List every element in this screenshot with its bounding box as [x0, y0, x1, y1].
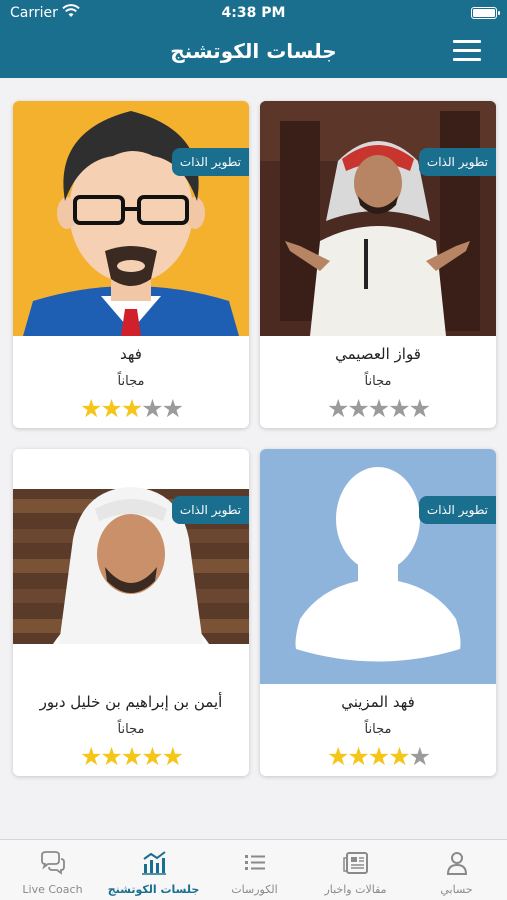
- star-filled-icon: ★: [141, 742, 163, 771]
- coach-card[interactable]: تطوير الذات فهد مجاناً ★★★★★: [13, 101, 249, 428]
- category-badge: تطوير الذات: [171, 148, 249, 176]
- coach-photo: [260, 449, 496, 684]
- star-filled-icon: ★: [388, 742, 410, 771]
- coach-name: قواز العصيمي: [335, 345, 421, 363]
- clock: 4:38 PM: [221, 5, 286, 21]
- chat-bubbles-icon: [41, 851, 65, 875]
- battery-icon: [471, 7, 500, 19]
- rating-stars: ★★★★★: [13, 744, 249, 770]
- rating-stars: ★★★★★: [260, 396, 496, 422]
- tab-coaching-sessions[interactable]: جلسات الكوتشنج: [103, 840, 204, 900]
- coach-card[interactable]: تطوير الذات قواز العصيمي مجاناً ★★★★★: [260, 101, 496, 428]
- rating-stars: ★★★★★: [13, 396, 249, 422]
- status-bar: Carrier 4:38 PM: [0, 0, 507, 28]
- coach-photo: [13, 449, 249, 684]
- star-filled-icon: ★: [120, 394, 143, 423]
- star-empty-icon: ★: [141, 394, 163, 423]
- tab-courses[interactable]: الكورسات: [204, 840, 305, 900]
- star-empty-icon: ★: [408, 742, 431, 771]
- tab-articles-news[interactable]: مقالات واخبار: [305, 840, 406, 900]
- category-badge: تطوير الذات: [418, 148, 496, 176]
- star-filled-icon: ★: [161, 742, 184, 771]
- star-empty-icon: ★: [326, 394, 349, 423]
- coach-card[interactable]: تطوير الذات فهد المزيني مجاناً ★★★★★: [260, 449, 496, 776]
- coach-name: فهد المزيني: [341, 693, 415, 711]
- tab-label: Live Coach: [22, 883, 83, 896]
- coach-photo: [13, 101, 249, 336]
- star-filled-icon: ★: [326, 742, 349, 771]
- star-filled-icon: ★: [367, 742, 390, 771]
- coach-price: مجاناً: [117, 722, 145, 737]
- tab-live-coach[interactable]: Live Coach: [2, 840, 103, 900]
- chart-icon: [142, 851, 166, 875]
- coach-name: فهد: [120, 345, 142, 363]
- coach-name: أيمن بن إبراهيم بن خليل دبور: [39, 693, 223, 711]
- star-empty-icon: ★: [388, 394, 410, 423]
- coach-photo: [260, 101, 496, 336]
- tab-label: الكورسات: [231, 883, 278, 896]
- coach-price: مجاناً: [364, 374, 392, 389]
- category-badge: تطوير الذات: [171, 496, 249, 524]
- tab-account[interactable]: حسابي: [406, 840, 507, 900]
- star-empty-icon: ★: [161, 394, 184, 423]
- newspaper-icon: [343, 852, 368, 874]
- star-empty-icon: ★: [347, 394, 369, 423]
- list-icon: [245, 855, 265, 870]
- rating-stars: ★★★★★: [260, 744, 496, 770]
- category-badge: تطوير الذات: [418, 496, 496, 524]
- coach-price: مجاناً: [117, 374, 145, 389]
- person-icon: [446, 852, 468, 875]
- nav-bar: جلسات الكوتشنج: [0, 28, 507, 78]
- tab-label: مقالات واخبار: [324, 883, 387, 896]
- tab-label: حسابي: [440, 883, 473, 896]
- star-filled-icon: ★: [347, 742, 369, 771]
- coach-card[interactable]: تطوير الذات أيمن بن إبراهيم بن خليل دبور…: [13, 449, 249, 776]
- star-filled-icon: ★: [100, 742, 122, 771]
- star-filled-icon: ★: [100, 394, 122, 423]
- star-filled-icon: ★: [120, 742, 143, 771]
- star-empty-icon: ★: [367, 394, 390, 423]
- hamburger-menu-icon[interactable]: [453, 40, 481, 64]
- tab-label: جلسات الكوتشنج: [107, 883, 200, 896]
- star-filled-icon: ★: [79, 742, 102, 771]
- tab-bar: حسابي مقالات واخبار الكورسات جلسات الكوت…: [0, 839, 507, 900]
- star-filled-icon: ★: [79, 394, 102, 423]
- page-title: جلسات الكوتشنج: [170, 39, 337, 63]
- coach-price: مجاناً: [364, 722, 392, 737]
- star-empty-icon: ★: [408, 394, 431, 423]
